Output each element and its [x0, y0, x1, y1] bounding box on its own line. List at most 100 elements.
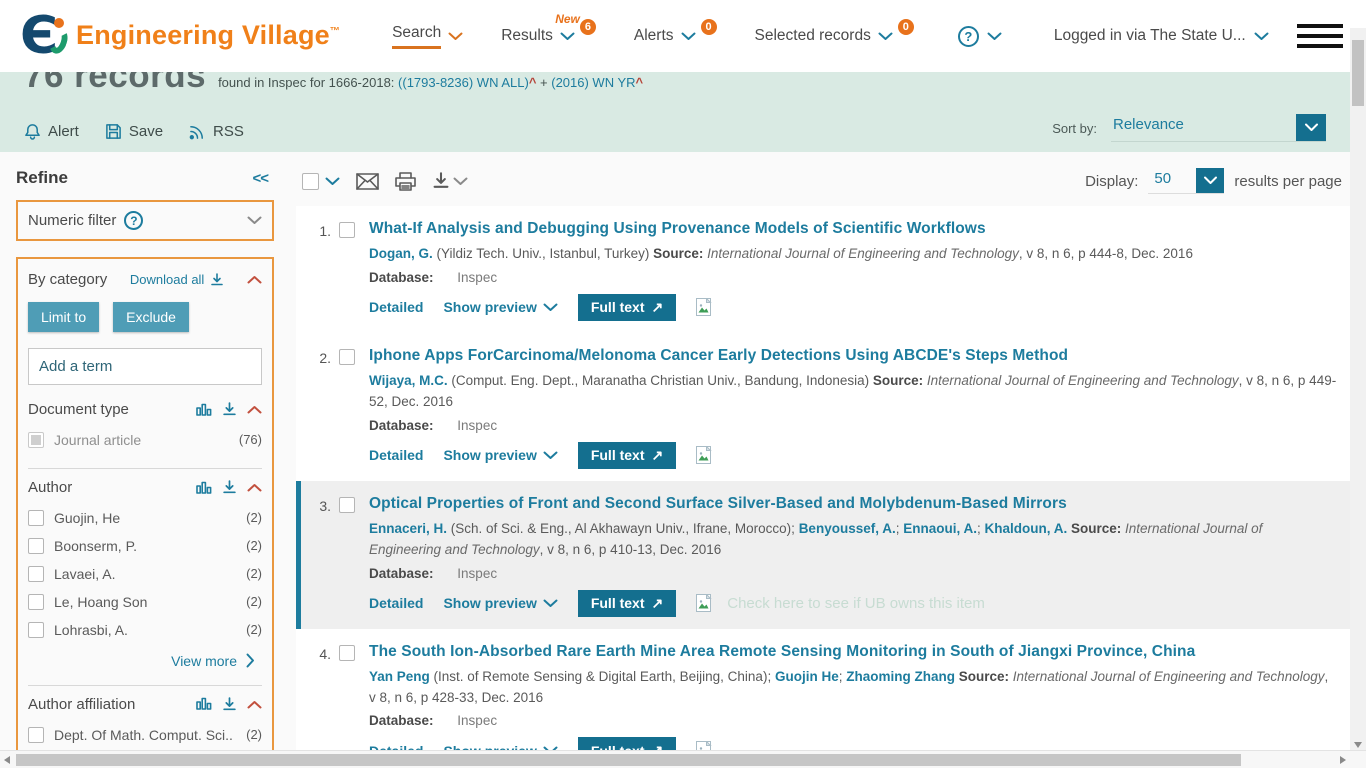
- bar-chart-icon[interactable]: [196, 481, 212, 495]
- bar-chart-icon[interactable]: [196, 403, 212, 417]
- show-preview-link[interactable]: Show preview: [443, 447, 557, 463]
- author-link[interactable]: Zhaoming Zhang: [846, 669, 955, 684]
- help-menu[interactable]: ?: [958, 26, 1002, 47]
- exclude-button[interactable]: Exclude: [113, 302, 189, 332]
- result-checkbox[interactable]: [339, 497, 355, 513]
- display-count-value[interactable]: 50: [1148, 168, 1196, 193]
- collapse-section-icon[interactable]: [247, 483, 262, 492]
- print-button[interactable]: [395, 172, 416, 191]
- save-button[interactable]: Save: [105, 123, 163, 140]
- facet-checkbox[interactable]: [28, 510, 44, 526]
- hamburger-menu-icon[interactable]: [1297, 18, 1343, 54]
- nav-item-selected-records[interactable]: Selected records 0: [755, 27, 914, 45]
- limit-to-button[interactable]: Limit to: [28, 302, 99, 332]
- author-link[interactable]: Ennaceri, H.: [369, 521, 447, 536]
- show-preview-link[interactable]: Show preview: [443, 743, 557, 750]
- show-preview-link[interactable]: Show preview: [443, 595, 557, 611]
- result-checkbox[interactable]: [339, 222, 355, 238]
- byline-text: Source:: [1071, 521, 1125, 536]
- sort-value[interactable]: Relevance: [1111, 116, 1186, 139]
- collapse-section-icon[interactable]: [247, 275, 262, 284]
- collapse-section-icon[interactable]: [247, 700, 262, 709]
- horizontal-scrollbar[interactable]: [0, 750, 1366, 768]
- download-all-link[interactable]: Download all: [130, 272, 224, 287]
- rss-button[interactable]: RSS: [189, 123, 244, 140]
- facet-checkbox[interactable]: [28, 622, 44, 638]
- vertical-scrollbar-thumb[interactable]: [1352, 40, 1364, 106]
- detailed-link[interactable]: Detailed: [369, 447, 423, 463]
- facet-checkbox[interactable]: [28, 727, 44, 743]
- result-title-link[interactable]: What-If Analysis and Debugging Using Pro…: [369, 220, 1338, 238]
- vertical-scrollbar[interactable]: [1350, 28, 1366, 750]
- author-link[interactable]: Benyoussef, A.: [799, 521, 896, 536]
- facet-checkbox[interactable]: [28, 432, 44, 448]
- facet-item[interactable]: Journal article (76): [28, 426, 262, 454]
- facet-item[interactable]: Lavaei, A. (2): [28, 560, 262, 588]
- full-text-button[interactable]: Full text↗: [578, 737, 676, 750]
- detailed-link[interactable]: Detailed: [369, 299, 423, 315]
- download-icon[interactable]: [222, 480, 237, 495]
- engineering-village-logo[interactable]: Є Engineering Village™: [20, 10, 340, 62]
- nav-item-alerts[interactable]: Alerts 0: [634, 27, 717, 45]
- author-link[interactable]: Khaldoun, A.: [985, 521, 1068, 536]
- author-link[interactable]: Yan Peng: [369, 669, 430, 684]
- facet-item[interactable]: Dept. Of Math. Comput. Sci.. (2): [28, 721, 262, 749]
- result-checkbox[interactable]: [339, 349, 355, 365]
- nav-item-results[interactable]: Results New 6: [501, 27, 596, 45]
- query-term-link[interactable]: ((1793-8236) WN ALL): [398, 75, 529, 90]
- collapse-sidebar-button[interactable]: <<: [252, 170, 268, 187]
- select-all-checkbox[interactable]: [302, 173, 319, 190]
- add-term-input[interactable]: [28, 348, 262, 385]
- bar-chart-icon[interactable]: [196, 697, 212, 711]
- result-title-link[interactable]: Optical Properties of Front and Second S…: [369, 495, 1338, 513]
- facet-checkbox[interactable]: [28, 538, 44, 554]
- chevron-down-icon[interactable]: [325, 177, 340, 186]
- facet-item[interactable]: Boonserm, P. (2): [28, 532, 262, 560]
- download-button[interactable]: [432, 172, 468, 190]
- collapse-section-icon[interactable]: [247, 405, 262, 414]
- result-checkbox[interactable]: [339, 645, 355, 661]
- full-text-button[interactable]: Full text↗: [578, 442, 676, 469]
- account-menu[interactable]: Logged in via The State U...: [1054, 27, 1269, 45]
- scroll-left-arrow[interactable]: [4, 756, 10, 764]
- author-link[interactable]: Ennaoui, A.: [903, 521, 977, 536]
- broken-image-icon[interactable]: [696, 298, 713, 317]
- sort-dropdown-button[interactable]: [1296, 114, 1326, 141]
- select-all-control[interactable]: [302, 173, 340, 190]
- author-link[interactable]: Dogan, G.: [369, 246, 433, 261]
- download-icon[interactable]: [222, 402, 237, 417]
- full-text-button[interactable]: Full text↗: [578, 590, 676, 617]
- full-text-button[interactable]: Full text↗: [578, 294, 676, 321]
- view-more-link[interactable]: View more: [28, 645, 262, 671]
- broken-image-icon[interactable]: [696, 446, 713, 465]
- author-link[interactable]: Wijaya, M.C.: [369, 373, 448, 388]
- facet-section: Document type Journal article (76): [28, 391, 262, 454]
- facet-item[interactable]: Guojin, He (2): [28, 504, 262, 532]
- numeric-filter-help-icon[interactable]: ?: [124, 211, 143, 230]
- query-collapse-caret[interactable]: ^: [636, 75, 644, 90]
- detailed-link[interactable]: Detailed: [369, 595, 423, 611]
- display-count-dropdown-button[interactable]: [1196, 168, 1224, 193]
- query-term-link[interactable]: (2016) WN YR: [551, 75, 635, 90]
- byline-text: (Inst. of Remote Sensing & Digital Earth…: [430, 669, 775, 684]
- author-link[interactable]: Guojin He: [775, 669, 839, 684]
- show-preview-link[interactable]: Show preview: [443, 299, 557, 315]
- scroll-right-arrow[interactable]: [1340, 756, 1346, 764]
- facet-item[interactable]: Le, Hoang Son (2): [28, 588, 262, 616]
- nav-item-search[interactable]: Search: [392, 24, 463, 49]
- numeric-filter-section[interactable]: Numeric filter ?: [16, 200, 274, 241]
- facet-checkbox[interactable]: [28, 594, 44, 610]
- result-title-link[interactable]: Iphone Apps ForCarcinoma/Melonoma Cancer…: [369, 347, 1338, 365]
- download-icon[interactable]: [222, 697, 237, 712]
- result-title-link[interactable]: The South Ion-Absorbed Rare Earth Mine A…: [369, 643, 1338, 661]
- broken-image-icon[interactable]: [696, 594, 713, 613]
- facet-checkbox[interactable]: [28, 566, 44, 582]
- help-icon[interactable]: ?: [958, 26, 979, 47]
- email-button[interactable]: [356, 173, 379, 190]
- detailed-link[interactable]: Detailed: [369, 743, 423, 750]
- facet-item[interactable]: Lohrasbi, A. (2): [28, 616, 262, 644]
- scroll-down-arrow[interactable]: [1354, 742, 1362, 748]
- alert-button[interactable]: Alert: [24, 123, 79, 140]
- broken-image-icon[interactable]: [696, 741, 713, 750]
- horizontal-scrollbar-thumb[interactable]: [16, 754, 1241, 766]
